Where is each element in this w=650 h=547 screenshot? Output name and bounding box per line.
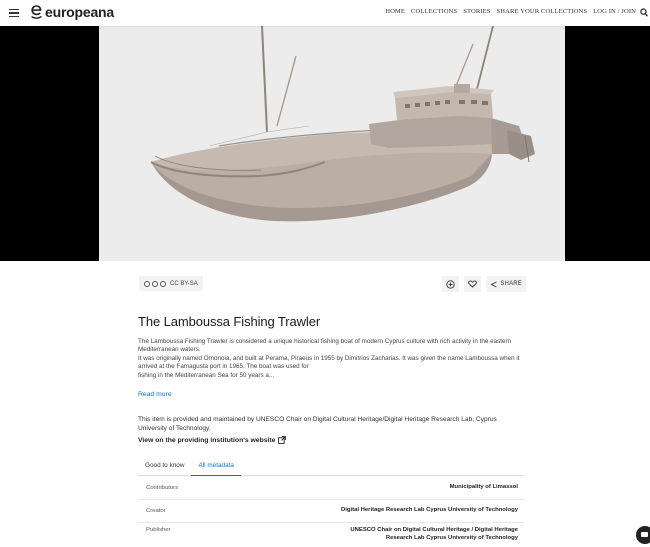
by-icon — [152, 280, 158, 287]
nav-stories[interactable]: STORIES — [463, 8, 490, 15]
metadata-value[interactable]: Digital Heritage Research Lab Cyprus Uni… — [341, 507, 524, 515]
like-button[interactable] — [464, 276, 482, 292]
share-label: SHARE — [500, 281, 522, 287]
item-title: The Lamboussa Fishing Trawler — [138, 314, 321, 329]
menu-icon[interactable] — [9, 9, 19, 18]
share-icon — [490, 281, 498, 287]
nav-collections[interactable]: COLLECTIONS — [411, 8, 457, 15]
media-viewer[interactable] — [0, 26, 650, 261]
metadata-value[interactable]: Municipality of Limassol — [450, 484, 524, 492]
metadata-value-line: Research Lab Cyprus University of Techno… — [385, 534, 518, 541]
cc-icon — [144, 280, 150, 287]
tab-good-to-know[interactable]: Good to know — [138, 460, 191, 476]
europeana-logo[interactable]: europeana — [30, 4, 114, 20]
metadata-tabs: Good to know All metadata — [138, 460, 524, 476]
provider-website-link[interactable]: View on the providing institution's webs… — [138, 436, 287, 444]
table-row: Creator Digital Heritage Research Lab Cy… — [138, 500, 524, 523]
nav-home[interactable]: HOME — [385, 8, 405, 15]
add-to-gallery-button[interactable] — [442, 276, 460, 292]
item-description: The Lamboussa Fishing Trawler is conside… — [138, 338, 524, 380]
metadata-value-line: UNESCO Chair on Digital Cultural Heritag… — [350, 527, 518, 533]
item-toolbar: CC BY-SA SHARE — [138, 270, 526, 300]
nav-share-your-collections[interactable]: SHARE YOUR COLLECTIONS — [497, 8, 588, 15]
nav-log-in-join[interactable]: LOG IN / JOIN — [593, 8, 636, 15]
share-button[interactable]: SHARE — [486, 276, 526, 292]
description-paragraph: The Lamboussa Fishing Trawler is conside… — [138, 338, 512, 354]
provider-link-label: View on the providing institution's webs… — [138, 436, 276, 444]
provider-statement: This item is provided and maintained by … — [138, 416, 497, 432]
heart-icon — [468, 280, 478, 288]
table-row: Publisher UNESCO Chair on Digital Cultur… — [138, 523, 524, 547]
read-more-link[interactable]: Read more — [138, 391, 172, 398]
license-badge[interactable]: CC BY-SA — [139, 276, 203, 291]
metadata-label: Contributors — [146, 485, 179, 491]
europeana-logo-icon — [31, 5, 42, 19]
chat-help-button[interactable] — [636, 526, 650, 544]
sa-icon — [160, 280, 166, 287]
description-paragraph: fishing in the Mediterranean Sea for 50 … — [138, 371, 275, 379]
logo-text: europeana — [45, 4, 114, 20]
search-icon[interactable] — [640, 8, 648, 17]
tab-all-metadata[interactable]: All metadata — [191, 460, 241, 476]
metadata-table: Contributors Municipality of Limassol Cr… — [138, 477, 524, 547]
external-link-icon — [278, 436, 287, 444]
main-nav: HOME COLLECTIONS STORIES SHARE YOUR COLL… — [385, 8, 636, 15]
plus-circle-icon — [446, 279, 455, 289]
metadata-label: Creator — [146, 508, 166, 514]
site-header: europeana HOME COLLECTIONS STORIES SHARE… — [0, 0, 650, 26]
3d-model-stage[interactable] — [99, 26, 565, 261]
item-content: CC BY-SA SHARE The Lamboussa Fishing Tra… — [138, 270, 526, 541]
metadata-value[interactable]: UNESCO Chair on Digital Cultural Heritag… — [350, 527, 524, 542]
fishing-boat-3d-model[interactable] — [99, 26, 565, 261]
license-label: CC BY-SA — [170, 280, 198, 287]
item-actions: SHARE — [442, 276, 526, 292]
description-paragraph: It was originally named Omonoia, and bui… — [138, 354, 520, 371]
table-row: Contributors Municipality of Limassol — [138, 477, 524, 500]
metadata-label: Publisher — [146, 527, 171, 533]
